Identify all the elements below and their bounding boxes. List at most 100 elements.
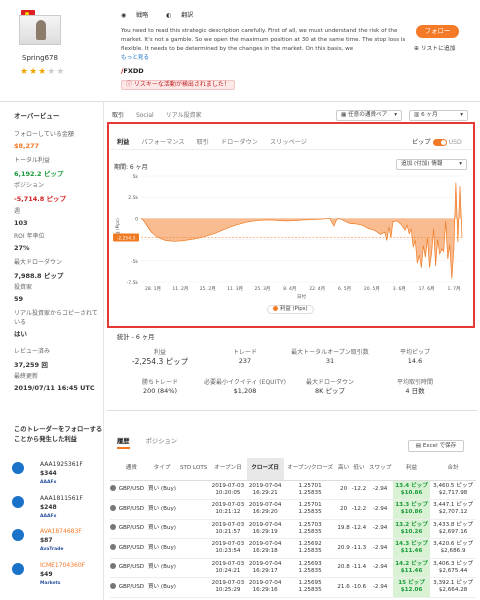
swap-cell: -2.94 [367,558,393,578]
stat-item: 利益 -2,254.3 ピップ [115,348,205,366]
column-header[interactable]: オープン日 [209,458,247,481]
table-row[interactable]: GBP/USD 買い (Buy) 2019-07-03 10:23:54 2019-07… [110,538,476,559]
total-usd: $2,697.16 [438,528,468,535]
overview-label: ポジション [14,182,45,189]
add-to-list-button[interactable]: ⊕ リストに追加 [414,43,456,52]
close-price: 1.25835 [298,567,322,574]
table-row[interactable]: GBP/USD 買い (Buy) 2019-07-03 10:20:05 2019-07… [110,480,476,500]
trader-name: Spring678 [22,54,58,62]
show-more-link[interactable]: もっと見る [121,55,149,61]
period-dropdown[interactable]: ▥ 6 ヶ月 ▾ [409,110,468,121]
follower-item[interactable]: AAA1811561F $248 AAAFx [12,494,92,524]
column-header[interactable]: スワップ [367,458,393,481]
column-header[interactable]: オープン/クローズ [283,458,337,481]
toggle-switch[interactable] [432,138,447,146]
overview-value: 7,988.8 ピップ [14,271,64,280]
tab-chart-trades[interactable]: 取引 [197,139,209,146]
open-close-cell: 1.25701 1.25835 [283,499,337,520]
stat-value: $1,208 [233,387,257,395]
total-cell: 3,460.5 ピップ $2,717.98 [430,480,476,500]
translate-button[interactable]: ◐ 翻訳 [166,12,201,19]
type-cell: 買い (Buy) [145,519,179,539]
profit-usd: $12.06 [400,587,423,594]
tab-trades[interactable]: 取引 [112,112,124,119]
column-header[interactable]: 低い [350,458,368,481]
overview-label: ROI 年率位 [14,233,45,240]
tab-performance[interactable]: パフォーマンス [141,139,184,146]
column-header[interactable]: タイプ [145,458,179,481]
low-cell: -10.6 [350,577,368,598]
profit-usd: $11.46 [400,567,423,574]
history-tabs: 履歴 ポジション [117,436,191,449]
follower-name[interactable]: AAA1811561F [40,494,83,503]
tab-drawdown[interactable]: ドローダウン [221,139,258,146]
currency-pair-dropdown[interactable]: ▦ 任意の通貨ペア ▾ [336,110,402,121]
total-cell: 3,447.1 ピップ $2,707.12 [430,499,476,520]
pip-usd-toggle[interactable]: ピップ USD [412,137,462,146]
type-cell: 買い (Buy) [145,558,179,578]
open-date: 2019-07-03 [211,580,245,587]
strategy-tab[interactable]: ◉ 戦略 [121,12,156,19]
column-header[interactable]: 高い [336,458,351,481]
high-cell: 20.9 [336,538,351,559]
tab-social[interactable]: Social [136,112,154,119]
tab-slippage[interactable]: スリッページ [270,139,307,146]
overview-value: 27% [14,244,30,252]
follower-item[interactable]: AVA1874683F $87 AvaTrade [12,527,92,557]
follower-name[interactable]: ICME1704360F [40,561,85,570]
total-pips: 3,460.5 ピップ [433,482,474,489]
additional-info-dropdown[interactable]: 追加 (付加) 情報 ▾ [396,159,467,170]
open-close-cell: 1.25695 1.25835 [283,577,337,598]
tab-history[interactable]: 履歴 [117,438,130,449]
column-header[interactable]: STD LOTS [178,458,210,481]
x-tick-label: 11. 3月 [227,286,243,292]
tab-positions[interactable]: ポジション [146,438,177,445]
profit-cell: 15 ピップ $12.06 [392,577,431,598]
pair-cell: GBP/USD [116,519,146,539]
row-icon-cell [110,538,117,559]
open-time: 10:20:05 [215,489,241,496]
follower-name[interactable]: AVA1874683F [40,527,82,536]
row-icon-cell [110,499,117,520]
table-row[interactable]: GBP/USD 買い (Buy) 2019-07-03 10:21:12 2019-07… [110,499,476,520]
follow-button[interactable]: フォロー [416,25,459,38]
table-row[interactable]: GBP/USD 買い (Buy) 2019-07-03 10:24:21 2019-07… [110,558,476,578]
column-header[interactable]: 合計 [430,458,476,481]
open-close-cell: 1.25703 1.25835 [283,519,337,539]
profit-pips: 14.3 ピップ [395,541,428,548]
close-time: 16:29:17 [252,567,278,574]
chart-legend[interactable]: 利益 (Pips) [267,305,314,314]
close-price: 1.25835 [298,548,322,555]
follower-item[interactable]: ICME1704360F $49 Markets [12,561,92,591]
open-date: 2019-07-03 [211,502,245,509]
translate-icon: ◐ [166,12,172,19]
column-divider [103,101,104,600]
overview-label: 投資家 [14,284,33,291]
table-header-row: 通貨 タイプ STD LOTS オープン日 クローズ日 オープン/クローズ 高い 低い スワップ… [110,458,476,481]
column-header[interactable]: クローズ日 [246,458,284,481]
lots-cell [178,558,210,578]
overview-label: フォローしている金額 [14,131,74,138]
close-date: 2019-07-04 [248,482,282,489]
column-header[interactable]: 通貨 [116,458,146,481]
column-header[interactable]: 利益 [392,458,431,481]
excel-save-button[interactable]: ▤ Excel で保存 [408,440,464,452]
stat-label: 平均ピップ [399,349,430,356]
follower-item[interactable]: AAA1925361F $344 AAAFx [12,460,92,490]
table-row[interactable]: GBP/USD 買い (Buy) 2019-07-03 10:25:29 2019-07… [110,577,476,598]
close-date: 2019-07-04 [248,580,282,587]
open-time: 10:23:54 [215,548,241,555]
tab-real-investors[interactable]: リアル投資家 [166,112,202,119]
open-date-cell: 2019-07-03 10:20:05 [209,480,247,500]
current-level-label: -2,254.3 [117,236,136,242]
column-header [110,458,117,481]
open-close-cell: 1.25701 1.25835 [283,480,337,500]
total-cell: 3,420.6 ピップ $2,686.9 [430,538,476,559]
total-cell: 3,392.1 ピップ $2,664.28 [430,577,476,598]
tab-profit[interactable]: 利益 [117,139,129,146]
type-cell: 買い (Buy) [145,538,179,559]
overview-label: リアル投資家からコピーされている [14,309,98,326]
follower-name[interactable]: AAA1925361F [40,460,83,469]
table-row[interactable]: GBP/USD 買い (Buy) 2019-07-03 10:21:57 2019-07… [110,519,476,539]
row-icon-cell [110,480,117,500]
